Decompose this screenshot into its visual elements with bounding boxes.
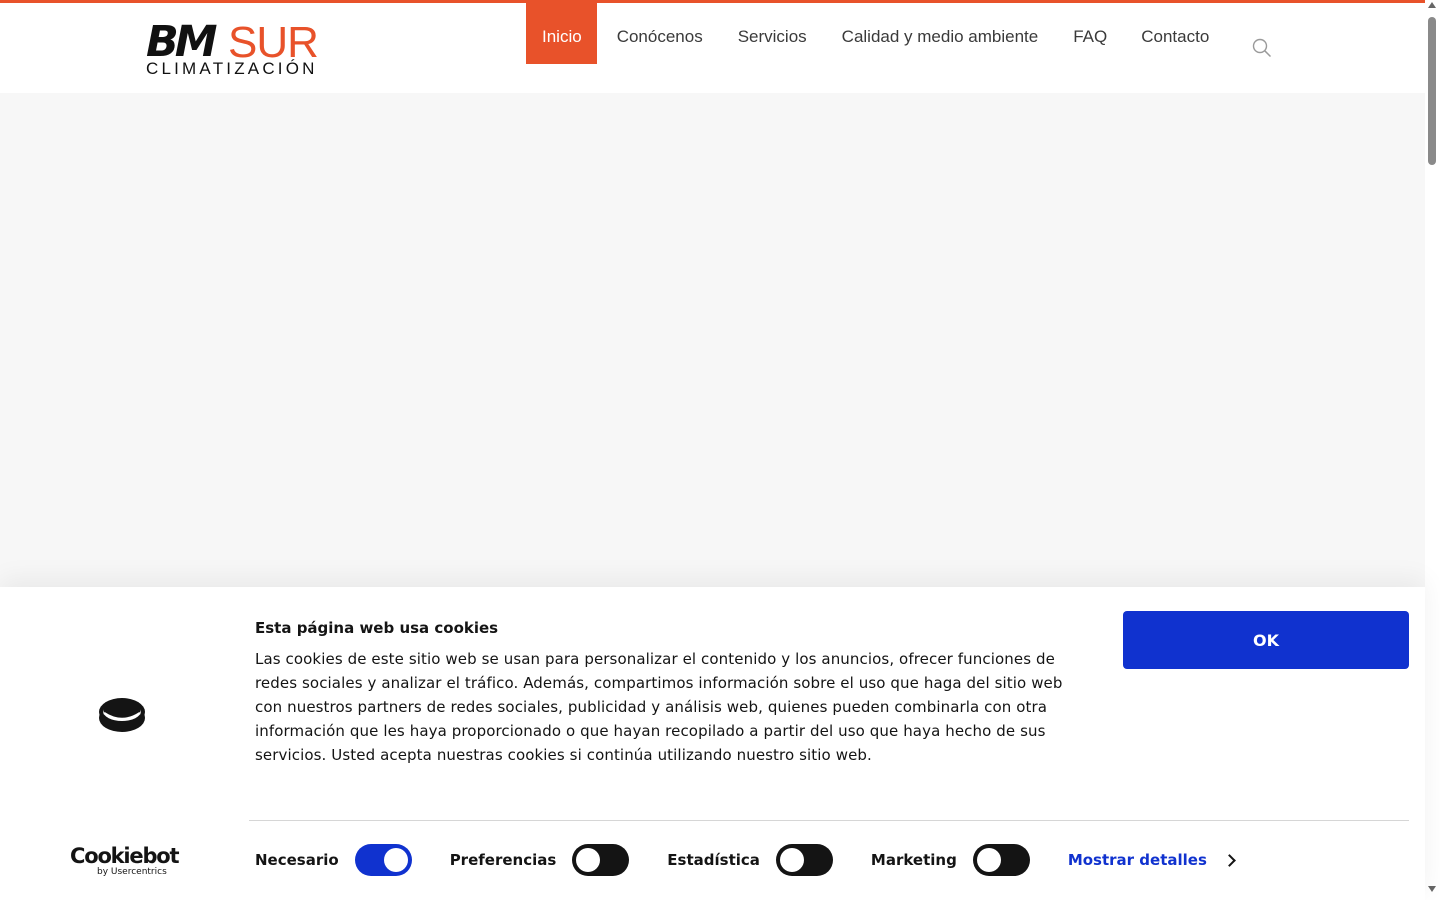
- chevron-right-icon: [1223, 853, 1236, 867]
- toggle-label-preferencias: Preferencias: [449, 851, 557, 869]
- toggle-preferencias[interactable]: [572, 844, 630, 876]
- site-header: BM SUR CLIMATIZACIÓN Inicio Conócenos Se…: [0, 3, 1425, 93]
- toggle-necesario[interactable]: [354, 844, 412, 876]
- toggle-label-necesario: Necesario: [255, 851, 339, 869]
- nav-item-contacto[interactable]: Contacto: [1124, 3, 1226, 64]
- toggle-knob: [576, 848, 601, 872]
- hero-area: [0, 93, 1425, 587]
- logo-subtitle: CLIMATIZACIÓN: [146, 59, 318, 78]
- toggle-label-estadistica: Estadística: [667, 851, 760, 869]
- cookie-title: Esta página web usa cookies: [255, 619, 499, 637]
- cookie-divider: [249, 820, 1409, 821]
- cookie-ok-button[interactable]: OK: [1123, 611, 1409, 669]
- toggle-group-marketing: Marketing: [871, 844, 1030, 876]
- main-nav: Inicio Conócenos Servicios Calidad y med…: [526, 3, 1226, 64]
- logo-bm: BM: [146, 17, 218, 67]
- toggle-group-preferencias: Preferencias: [450, 844, 630, 876]
- cookiebot-name: Cookiebot: [70, 844, 180, 868]
- cookie-consent-toggles: Necesario Preferencias Estadística Marke…: [255, 843, 1236, 877]
- nav-item-servicios[interactable]: Servicios: [720, 3, 824, 64]
- scroll-down-arrow-icon[interactable]: [1428, 886, 1436, 892]
- search-icon[interactable]: [1252, 38, 1272, 58]
- toggle-knob: [976, 848, 1001, 872]
- site-logo[interactable]: BM SUR CLIMATIZACIÓN: [146, 21, 326, 79]
- cookiebot-mark-icon: [99, 698, 145, 732]
- cookiebot-by: by Usercentrics: [97, 867, 167, 877]
- cookie-description: Las cookies de este sitio web se usan pa…: [255, 650, 1063, 764]
- logo-sur: SUR: [228, 18, 319, 67]
- show-details-link[interactable]: Mostrar detalles: [1067, 851, 1236, 869]
- nav-item-faq[interactable]: FAQ: [1055, 3, 1124, 64]
- toggle-label-marketing: Marketing: [870, 851, 957, 869]
- nav-item-calidad[interactable]: Calidad y medio ambiente: [824, 3, 1056, 64]
- cookie-banner: Cookiebot by Usercentrics Esta página we…: [0, 587, 1425, 900]
- page-scrollbar[interactable]: [1425, 0, 1440, 900]
- toggle-knob: [383, 848, 408, 872]
- toggle-group-necesario: Necesario: [255, 844, 412, 876]
- toggle-knob: [779, 848, 804, 872]
- scrollbar-thumb[interactable]: [1428, 17, 1436, 165]
- scroll-up-arrow-icon[interactable]: [1428, 2, 1436, 8]
- toggle-estadistica[interactable]: [775, 844, 833, 876]
- toggle-marketing[interactable]: [972, 844, 1030, 876]
- nav-item-inicio[interactable]: Inicio: [526, 3, 597, 64]
- show-details-label: Mostrar detalles: [1067, 851, 1207, 869]
- nav-item-conocenos[interactable]: Conócenos: [597, 3, 720, 64]
- cookiebot-logo: Cookiebot by Usercentrics: [70, 845, 180, 877]
- toggle-group-estadistica: Estadística: [667, 844, 833, 876]
